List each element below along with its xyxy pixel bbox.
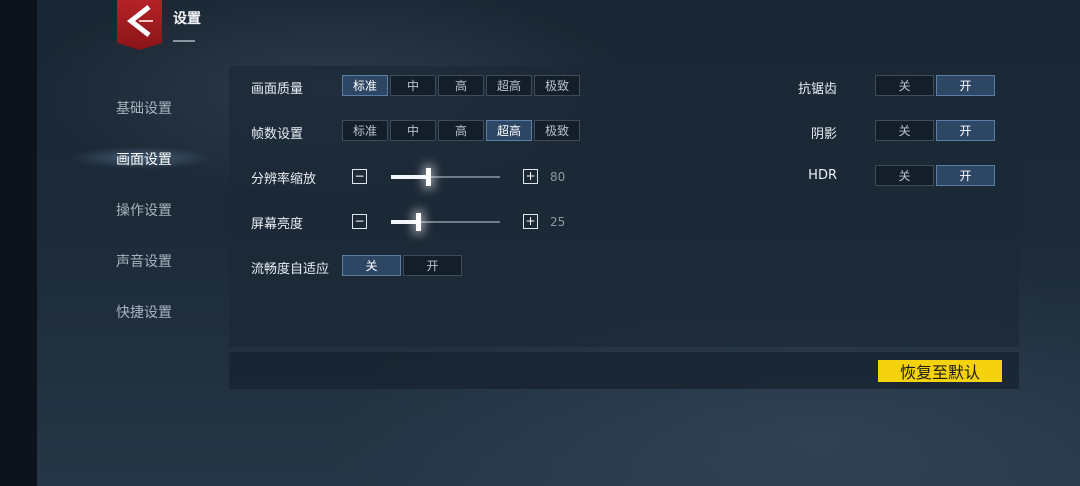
resolution-minus-button[interactable]: − [352, 169, 367, 184]
resolution-plus-button[interactable]: + [523, 169, 538, 184]
shadow-option-on[interactable]: 开 [936, 120, 995, 141]
back-logo-button[interactable] [117, 0, 162, 50]
quality-option-high[interactable]: 高 [438, 75, 484, 96]
antialias-toggle: 关 开 [875, 75, 995, 96]
quality-option-medium[interactable]: 中 [390, 75, 436, 96]
framerate-option-medium[interactable]: 中 [390, 120, 436, 141]
shadow-toggle: 关 开 [875, 120, 995, 141]
sidebar-item-shortcuts[interactable]: 快捷设置 [116, 302, 172, 322]
brightness-label: 屏幕亮度 [251, 217, 304, 232]
adaptive-label: 流畅度自适应 [251, 262, 330, 277]
brightness-slider[interactable] [391, 213, 500, 231]
sidebar-item-sound[interactable]: 声音设置 [116, 251, 172, 271]
hdr-option-off[interactable]: 关 [875, 165, 934, 186]
reset-default-button[interactable]: 恢复至默认 [878, 360, 1002, 382]
quality-selector: 标准 中 高 超高 极致 [342, 75, 580, 96]
quality-option-extreme[interactable]: 极致 [534, 75, 580, 96]
framerate-option-standard[interactable]: 标准 [342, 120, 388, 141]
antialias-option-off[interactable]: 关 [875, 75, 934, 96]
title-underline [173, 40, 195, 42]
brightness-slider-thumb[interactable] [416, 213, 421, 231]
hdr-toggle: 关 开 [875, 165, 995, 186]
framerate-option-high[interactable]: 高 [438, 120, 484, 141]
framerate-label: 帧数设置 [251, 127, 304, 142]
framerate-option-ultra[interactable]: 超高 [486, 120, 532, 141]
left-edge-bar [0, 0, 37, 486]
shadow-option-off[interactable]: 关 [875, 120, 934, 141]
brightness-slider-fill [391, 220, 418, 224]
page-title: 设置 [173, 11, 201, 27]
shadow-label: 阴影 [810, 127, 837, 142]
settings-panel [229, 66, 1019, 347]
sidebar-item-controls[interactable]: 操作设置 [116, 200, 172, 220]
resolution-slider-fill [391, 175, 428, 179]
quality-option-ultra[interactable]: 超高 [486, 75, 532, 96]
resolution-label: 分辨率缩放 [251, 172, 317, 187]
antialias-option-on[interactable]: 开 [936, 75, 995, 96]
quality-option-standard[interactable]: 标准 [342, 75, 388, 96]
adaptive-toggle: 关 开 [342, 255, 462, 276]
hdr-option-on[interactable]: 开 [936, 165, 995, 186]
antialias-label: 抗锯齿 [797, 82, 837, 97]
framerate-option-extreme[interactable]: 极致 [534, 120, 580, 141]
resolution-slider[interactable] [391, 168, 500, 186]
resolution-slider-thumb[interactable] [426, 168, 431, 186]
sidebar-item-basic[interactable]: 基础设置 [116, 98, 172, 118]
brightness-value: 25 [550, 215, 566, 229]
resolution-value: 80 [550, 170, 566, 184]
brightness-minus-button[interactable]: − [352, 214, 367, 229]
adaptive-option-on[interactable]: 开 [403, 255, 462, 276]
hdr-label: HDR [808, 168, 837, 183]
sidebar-item-graphics[interactable]: 画面设置 [116, 149, 172, 169]
quality-label: 画面质量 [251, 82, 304, 97]
adaptive-option-off[interactable]: 关 [342, 255, 401, 276]
back-arrow-icon [126, 5, 153, 37]
framerate-selector: 标准 中 高 超高 极致 [342, 120, 580, 141]
brightness-plus-button[interactable]: + [523, 214, 538, 229]
